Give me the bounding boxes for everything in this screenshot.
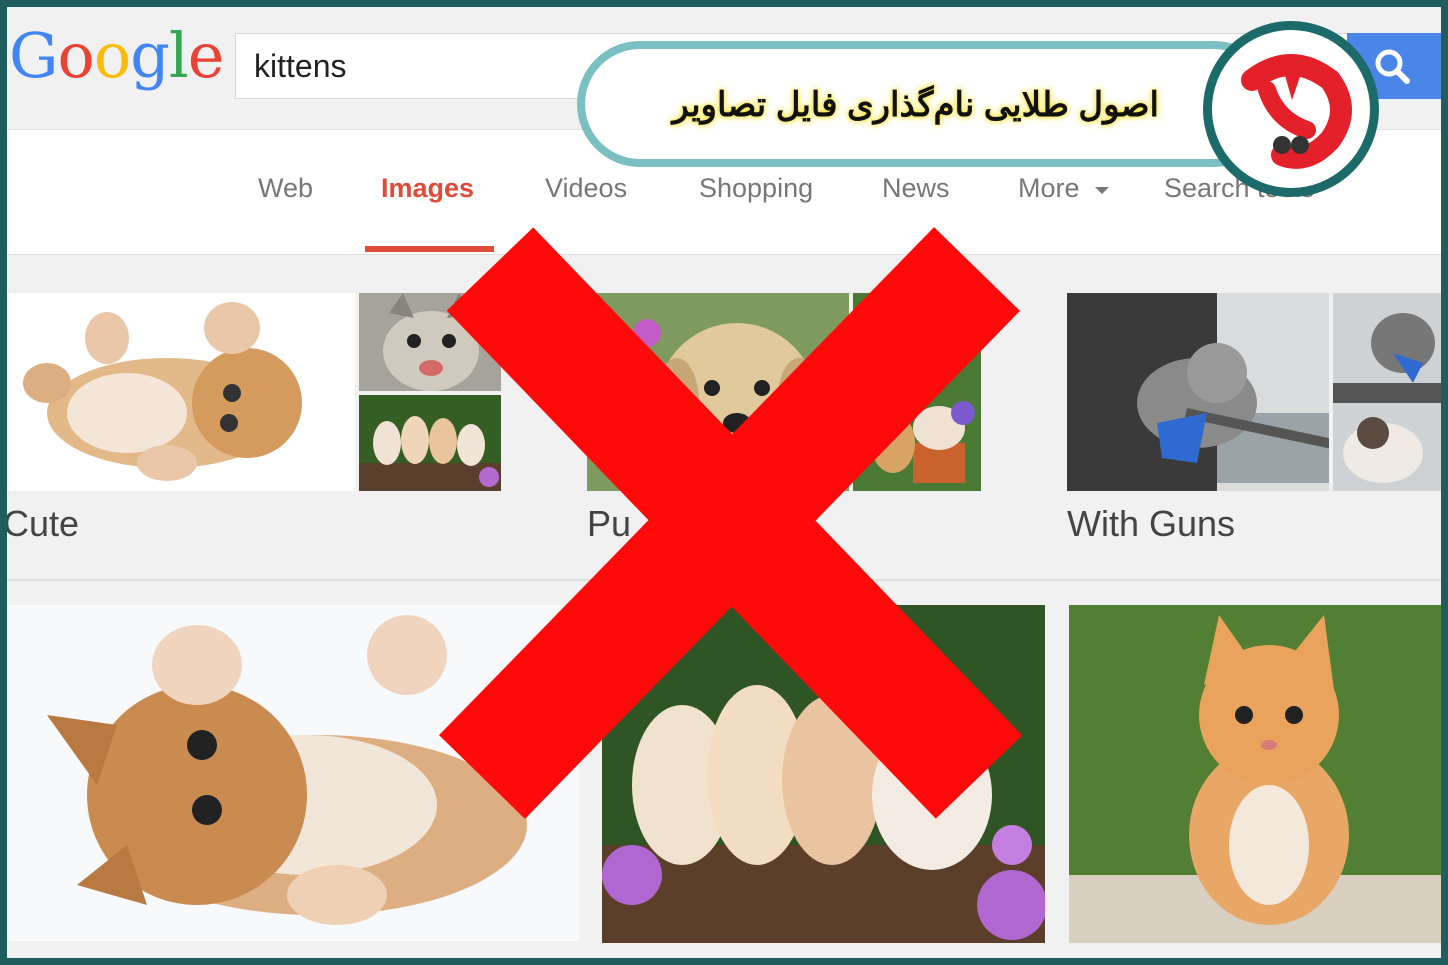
- brand-badge: [1203, 21, 1379, 197]
- banner-title: اصول طلایی نام‌گذاری فایل تصاویر: [672, 86, 1159, 124]
- screenshot-frame: Google kittens Web Images Videos Shoppin…: [0, 0, 1448, 965]
- title-banner: اصول طلایی نام‌گذاری فایل تصاویر: [577, 41, 1277, 167]
- brand-logo-icon: [1241, 54, 1352, 169]
